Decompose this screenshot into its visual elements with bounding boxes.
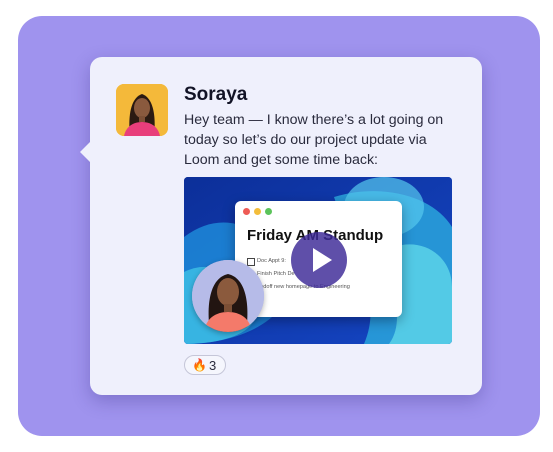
presenter-bubble xyxy=(192,260,264,332)
avatar-photo xyxy=(116,84,168,136)
task-item: Finish Pitch De xyxy=(257,271,295,277)
task-checkbox xyxy=(247,258,255,266)
fire-emoji-icon: 🔥 xyxy=(192,358,207,372)
reaction-pill[interactable]: 🔥 3 xyxy=(184,355,226,375)
play-button[interactable] xyxy=(291,232,347,288)
reaction-count: 3 xyxy=(209,358,217,373)
author-name[interactable]: Soraya xyxy=(184,84,247,106)
message-text: Hey team — I know there’s a lot going on… xyxy=(184,112,444,168)
window-minimize-dot xyxy=(254,208,261,215)
presenter-photo xyxy=(192,260,264,332)
window-maximize-dot xyxy=(265,208,272,215)
avatar[interactable] xyxy=(116,84,168,136)
speech-bubble-tail xyxy=(80,141,91,163)
window-close-dot xyxy=(243,208,250,215)
play-icon xyxy=(313,248,332,272)
task-item: Doc Appt 9: xyxy=(257,258,286,264)
